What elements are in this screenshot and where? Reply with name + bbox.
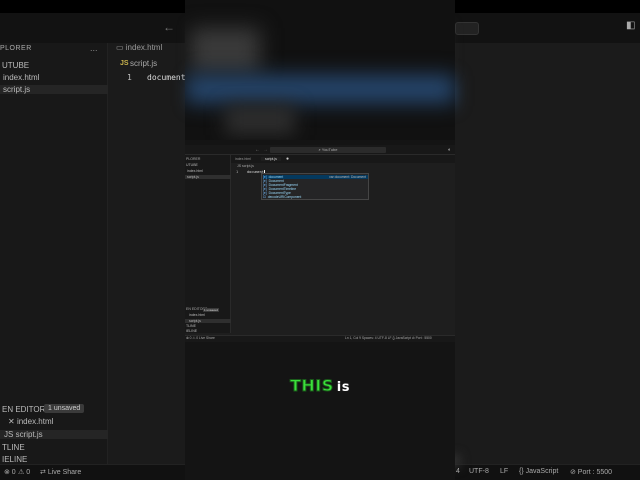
status-spaces[interactable]: 4 [456, 468, 460, 475]
mini-layout-icon[interactable]: ◐ [448, 147, 451, 153]
layout-panel-icon[interactable]: ◧ [626, 20, 635, 31]
mini-editor-screenshot: ← → ⌕ YouTube ◐ PLORER UTUBE index.html … [185, 145, 455, 342]
live-share-button[interactable]: ⇄ Live Share [40, 468, 81, 476]
mini-forward-arrow-icon[interactable]: → [263, 147, 268, 153]
status-encoding[interactable]: UTF-8 [469, 468, 489, 475]
mini-line-number: 1 [236, 170, 239, 174]
open-editor-item[interactable]: ✕ index.html [0, 417, 108, 426]
file-item-active[interactable]: script.js [0, 85, 108, 94]
status-port[interactable]: ⊘ Port : 5500 [570, 468, 612, 476]
open-editor-item-active[interactable]: JS script.js [0, 430, 108, 439]
mini-back-arrow-icon[interactable]: ← [255, 147, 260, 153]
mini-status-left[interactable]: ⊗ 0 ⚠ 0 Live Share [186, 336, 215, 340]
mini-tab-index-html[interactable]: index.html [235, 157, 251, 161]
tab-label: index.html [125, 43, 163, 52]
open-editor-label: script.js [15, 430, 43, 439]
open-editor-label: index.html [16, 417, 54, 426]
suggestion-item[interactable]: ⊡ decodeURIComponent [263, 195, 368, 199]
mini-open-editor-item[interactable]: index.html [185, 313, 231, 317]
line-number: 1 [127, 73, 132, 82]
status-warnings[interactable]: ⚠ 0 [18, 468, 30, 476]
blurred-video-top [185, 0, 455, 140]
suggestion-label: decodeURIComponent [267, 195, 302, 199]
mini-file-item[interactable]: index.html [185, 169, 231, 173]
mini-tab-script-js[interactable]: script.js [261, 157, 281, 161]
mini-command-center[interactable]: ⌕ YouTube [270, 147, 386, 153]
mini-breadcrumb[interactable]: JS script.js [237, 164, 254, 168]
js-file-icon: JS [120, 60, 129, 67]
status-errors[interactable]: ⊗ 0 [4, 468, 16, 476]
tab-index-html[interactable]: ▭ index.html [116, 43, 162, 52]
mini-file-item-active[interactable]: script.js [185, 175, 231, 179]
caption-highlight: THIS [290, 376, 334, 396]
explorer-more-icon[interactable]: ... [90, 43, 98, 53]
mini-open-editor-item-active[interactable]: script.js [185, 319, 231, 323]
mini-unsaved-badge: 1 unsaved [203, 308, 219, 312]
function-icon: ⊡ [263, 195, 266, 199]
explorer-sidebar [0, 43, 108, 464]
explorer-title: PLORER [0, 45, 32, 52]
blurred-region [225, 105, 295, 135]
mini-folder-header[interactable]: UTUBE [185, 163, 231, 167]
mini-status-right[interactable]: Ln 1, Col 9 Spaces: 4 UTF-8 LF {} JavaSc… [345, 336, 432, 340]
mini-explorer-title: PLORER [186, 157, 201, 161]
outline-header[interactable]: TLINE [0, 443, 108, 452]
blurred-region [190, 28, 260, 73]
folder-header[interactable]: UTUBE [0, 61, 108, 70]
command-center[interactable] [455, 22, 479, 35]
timeline-header[interactable]: IELINE [0, 455, 108, 464]
code-line[interactable]: document [147, 73, 186, 82]
mini-unsaved-dot-icon[interactable]: ● [286, 156, 289, 162]
breadcrumb[interactable]: script.js [130, 59, 157, 68]
mini-timeline-header[interactable]: IELINE [185, 329, 231, 333]
video-caption: THIS is [290, 376, 350, 396]
autocomplete-popup[interactable]: [e] document var document: Document [e] Doc… [261, 173, 369, 200]
live-share-label: Live Share [47, 469, 82, 476]
blurred-region [185, 75, 455, 103]
video-frame: ← → ⌕ YouTube ◐ PLORER UTUBE index.html … [185, 0, 455, 480]
status-language[interactable]: {} JavaScript [519, 468, 558, 475]
mini-outline-header[interactable]: TLINE [185, 324, 231, 328]
unsaved-badge: 1 unsaved [44, 404, 85, 413]
file-item[interactable]: index.html [0, 73, 108, 82]
status-eol[interactable]: LF [500, 468, 508, 475]
caption-text: is [336, 380, 350, 395]
back-arrow-icon[interactable]: ← [163, 20, 175, 34]
